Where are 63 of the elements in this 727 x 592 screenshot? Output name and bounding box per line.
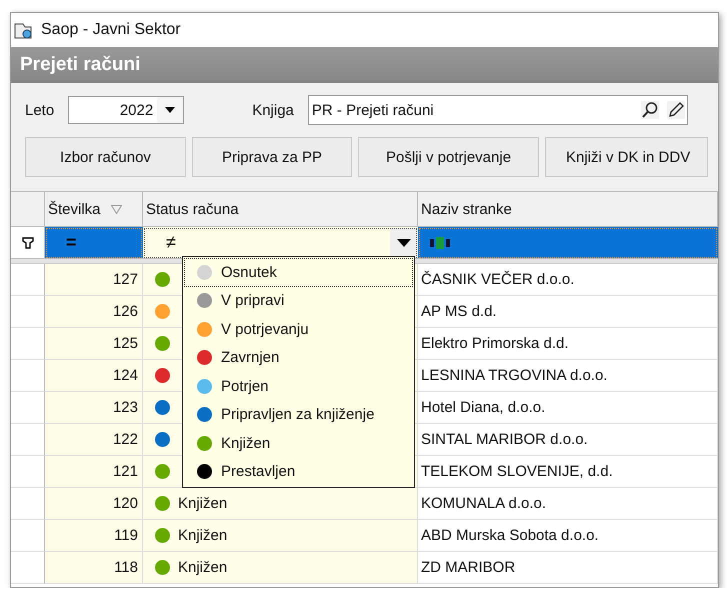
filter-icon (22, 236, 34, 248)
dropdown-option[interactable]: Zavrnjen (184, 344, 413, 372)
dropdown-option[interactable]: Prestavljen (184, 458, 413, 486)
table-cell: 127 (45, 264, 143, 296)
table-cell: Knjižen (178, 527, 228, 544)
column-header[interactable]: Naziv stranke (418, 191, 718, 227)
row-header (11, 328, 45, 360)
table-cell: LESNINA TRGOVINA d.o.o. (418, 360, 718, 392)
table-cell: ZD MARIBOR (418, 552, 718, 584)
table-cell: Elektro Primorska d.d. (418, 328, 718, 360)
column-header[interactable]: Številka (45, 191, 143, 227)
table-cell: 123 (45, 392, 143, 424)
table-cell: 125 (45, 328, 143, 360)
row-header (11, 296, 45, 328)
table-cell: Knjižen (178, 559, 228, 576)
sort-icon (110, 204, 122, 214)
dropdown-option[interactable]: Potrjen (184, 372, 413, 400)
dropdown-option[interactable]: Osnutek (184, 258, 413, 286)
row-header (11, 456, 45, 488)
filter-cell[interactable] (418, 227, 718, 259)
panel-title: Prejeti računi (20, 54, 140, 76)
filter-cell[interactable]: ≠ (143, 227, 418, 259)
table-cell: KOMUNALA d.o.o. (418, 488, 718, 520)
filter-cell[interactable]: = (45, 227, 143, 259)
dropdown-option[interactable]: Knjižen (184, 429, 413, 458)
toolbar-button[interactable]: Priprava za PP (192, 137, 352, 177)
book-field[interactable]: PR - Prejeti računi (308, 95, 688, 125)
dropdown-option[interactable]: V pripravi (184, 286, 413, 315)
toolbar-button[interactable]: Knjiži v DK in DDV (545, 137, 708, 177)
text-match-icon (429, 236, 451, 248)
table-cell: ČASNIK VEČER d.o.o. (418, 264, 718, 296)
year-dropdown[interactable]: 2022 (68, 96, 184, 124)
table-cell: Knjižen (178, 495, 228, 512)
column-header[interactable]: Status računa (143, 191, 418, 227)
table-cell: 119 (45, 520, 143, 552)
dropdown-option[interactable]: V potrjevanju (184, 315, 413, 344)
pencil-icon (666, 101, 685, 119)
dropdown-arrow-icon (397, 238, 411, 246)
field-label: Knjiga (252, 102, 294, 118)
table-cell: ABD Murska Sobota d.o.o. (418, 520, 718, 552)
row-header (11, 264, 45, 296)
table-cell: 120 (45, 488, 143, 520)
field-label: Leto (25, 102, 54, 118)
table-cell: Hotel Diana, d.o.o. (418, 392, 718, 424)
dropdown-option[interactable]: Pripravljen za knjiženje (184, 400, 413, 429)
table-cell: 126 (45, 296, 143, 328)
table-cell: 124 (45, 360, 143, 392)
table-cell: 121 (45, 456, 143, 488)
table-cell: SINTAL MARIBOR d.o.o. (418, 424, 718, 456)
table-cell: 122 (45, 424, 143, 456)
row-header (11, 360, 45, 392)
table-cell: 118 (45, 552, 143, 584)
row-header (11, 424, 45, 456)
toolbar-button[interactable]: Pošlji v potrjevanje (358, 137, 539, 177)
table-cell: AP MS d.d. (418, 296, 718, 328)
toolbar-button[interactable]: Izbor računov (25, 137, 186, 177)
row-header (11, 488, 45, 520)
window-title: Saop - Javni Sektor (41, 21, 181, 39)
search-icon (640, 101, 659, 119)
row-header (11, 520, 45, 552)
table-cell: TELEKOM SLOVENIJE, d.d. (418, 456, 718, 488)
caret-icon (165, 107, 176, 113)
row-header (11, 392, 45, 424)
